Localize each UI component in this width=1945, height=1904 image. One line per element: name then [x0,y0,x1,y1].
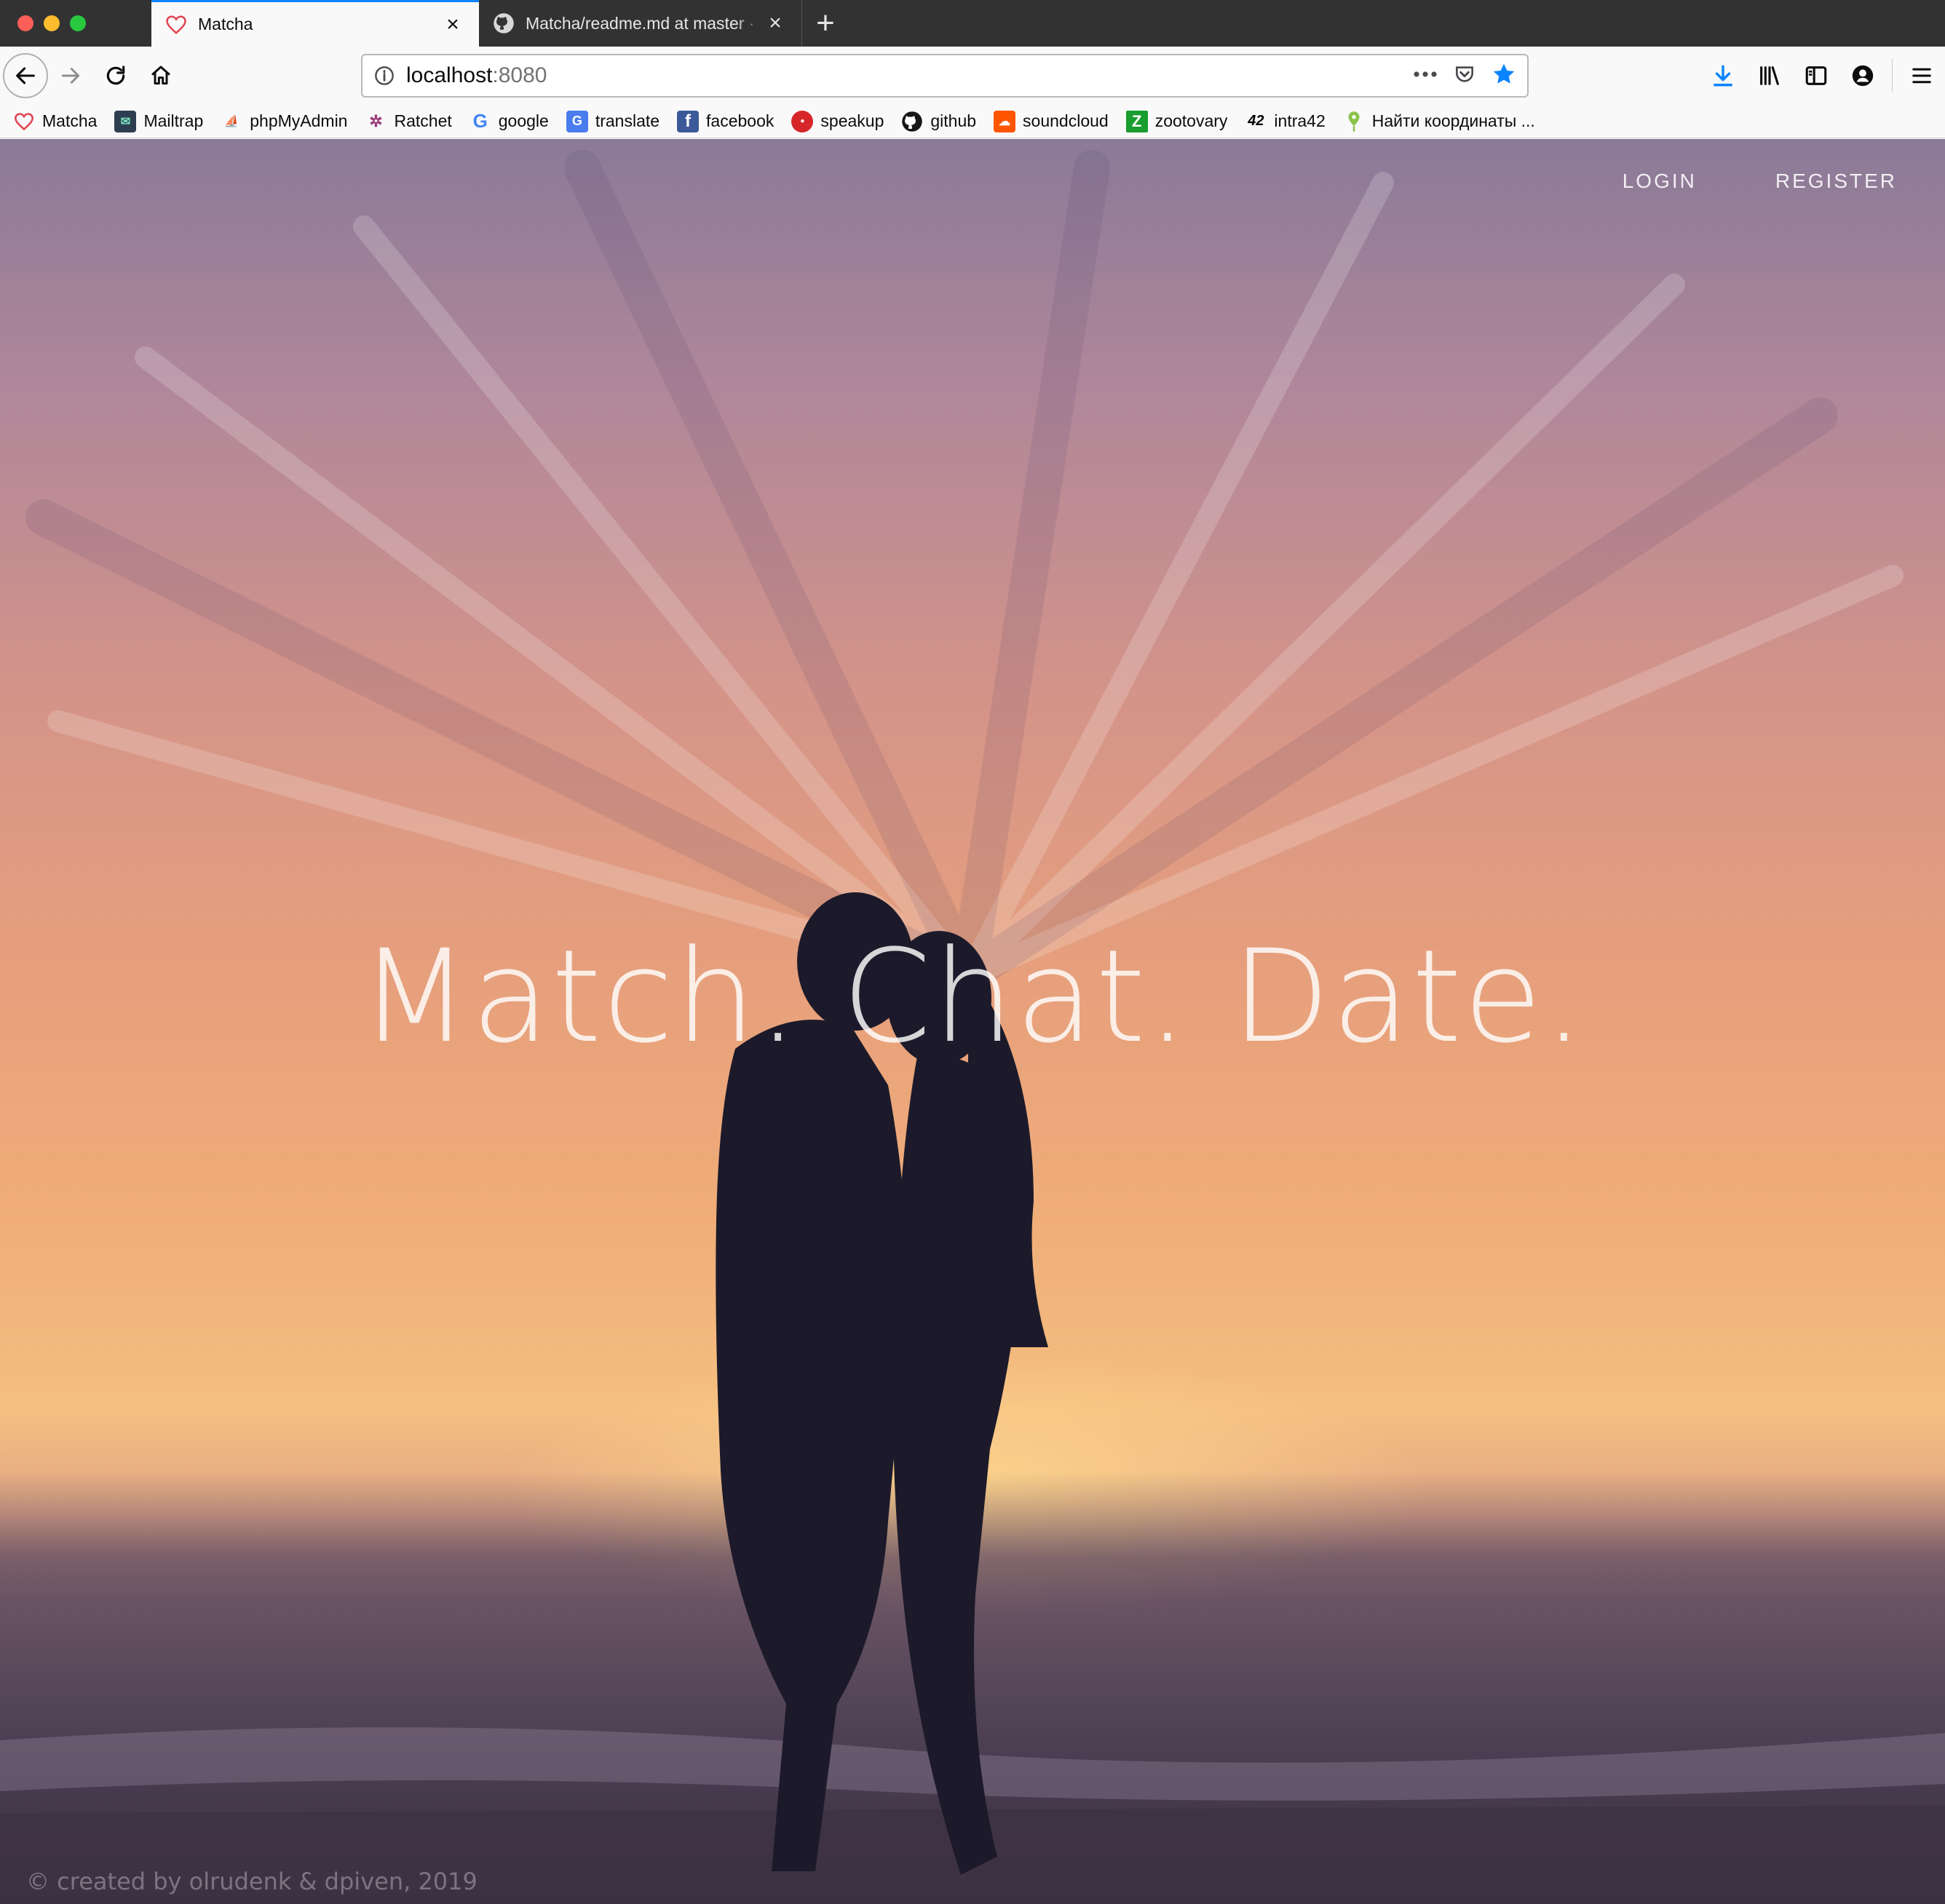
heart-icon [13,111,35,132]
bookmark-label: translate [595,111,660,130]
page-content: LOGIN REGISTER Match. Chat. Date. © crea… [0,139,1945,1904]
window-minimize-button[interactable] [44,15,60,31]
url-bar[interactable]: localhost:8080 [361,54,1529,98]
close-tab-icon[interactable]: × [441,13,464,36]
account-icon [1852,65,1874,87]
bookmark-google[interactable]: G google [470,110,549,132]
heart-icon [165,13,188,36]
bookmark-zootovary[interactable]: Z zootovary [1125,110,1228,132]
tab-matcha[interactable]: Matcha × [151,0,479,47]
github-icon [492,12,515,35]
sidebar-button[interactable] [1793,53,1839,98]
sidebar-icon [1805,66,1827,85]
page-actions-icon[interactable] [1412,69,1438,82]
window-maximize-button[interactable] [70,15,86,31]
window-controls [0,0,151,47]
bookmark-star-icon[interactable] [1491,61,1517,91]
account-button[interactable] [1839,53,1886,98]
download-icon [1713,65,1733,87]
bookmark-label: google [498,111,549,130]
footer-credits: © created by olrudenk & dpiven, 2019 [26,1868,478,1895]
google-icon: G [472,110,488,132]
bookmark-translate[interactable]: G translate [566,110,660,132]
downloads-button[interactable] [1700,53,1746,98]
hero-tagline: Match. Chat. Date. [359,922,1586,1071]
tab-strip: Matcha × Matcha/readme.md at master · × … [0,0,1945,47]
mailtrap-icon: ✉ [114,110,137,132]
new-tab-button[interactable]: + [802,0,849,47]
forward-button[interactable] [48,53,93,98]
login-link[interactable]: LOGIN [1623,170,1697,193]
bookmarks-toolbar: Matcha ✉ Mailtrap ⛵ phpMyAdmin ✲ Ratchet… [0,105,1945,138]
translate-icon: G [566,110,588,132]
bookmark-label: github [930,111,977,130]
toolbar-separator [1892,59,1893,92]
arrow-right-icon [61,68,80,84]
top-nav: LOGIN REGISTER [1623,170,1897,193]
facebook-icon: f [677,110,700,132]
back-button[interactable] [3,53,48,98]
home-button[interactable] [138,53,183,98]
speakup-icon: ● [791,110,814,132]
register-link[interactable]: REGISTER [1775,170,1897,193]
site-info-icon[interactable] [363,66,406,86]
close-tab-icon[interactable]: × [764,12,787,34]
bookmark-speakup[interactable]: ● speakup [791,110,884,132]
bookmark-find-coordinates[interactable]: Найти координаты ... [1343,111,1535,132]
bookmark-label: Найти координаты ... [1371,111,1535,130]
intra42-icon: 42 [1248,113,1264,129]
navigation-toolbar: localhost:8080 [0,47,1945,105]
hamburger-menu-icon [1912,68,1931,84]
bookmark-label: intra42 [1274,111,1326,130]
bookmark-ratchet[interactable]: ✲ Ratchet [365,111,451,132]
library-icon [1760,66,1779,85]
soundcloud-icon: ☁ [994,110,1016,132]
home-icon [151,66,170,85]
tab-github-readme[interactable]: Matcha/readme.md at master · × [479,0,802,47]
bookmark-facebook[interactable]: f facebook [677,110,775,132]
map-pin-icon [1343,111,1365,132]
bookmark-label: phpMyAdmin [250,111,348,130]
bookmark-soundcloud[interactable]: ☁ soundcloud [994,110,1109,132]
bookmark-phpmyadmin[interactable]: ⛵ phpMyAdmin [221,111,347,132]
ratchet-icon: ✲ [369,111,383,130]
bookmark-label: Ratchet [394,111,452,130]
bookmark-label: Matcha [42,111,98,130]
tab-title: Matcha [198,15,253,33]
bookmark-matcha[interactable]: Matcha [13,111,97,132]
arrow-left-icon [16,67,35,84]
url-text[interactable]: localhost:8080 [406,63,1412,88]
window-close-button[interactable] [17,15,33,31]
url-port: :8080 [492,63,547,87]
bookmark-intra42[interactable]: 42 intra42 [1245,111,1325,132]
reload-icon [106,66,125,85]
tab-title: Matcha/readme.md at master · [526,13,755,33]
bookmark-mailtrap[interactable]: ✉ Mailtrap [114,110,204,132]
bookmark-github[interactable]: github [901,111,976,132]
library-button[interactable] [1746,53,1793,98]
bookmark-label: soundcloud [1023,111,1109,130]
zootovary-icon: Z [1125,110,1148,132]
bookmark-label: Mailtrap [143,111,204,130]
url-host: localhost [406,63,493,87]
bookmark-label: zootovary [1154,111,1228,130]
pma-icon: ⛵ [224,115,239,128]
bookmark-label: speakup [820,111,884,130]
github-icon [901,111,923,132]
reload-button[interactable] [93,53,138,98]
bookmark-label: facebook [706,111,775,130]
menu-button[interactable] [1898,53,1945,98]
pocket-icon[interactable] [1453,63,1476,90]
